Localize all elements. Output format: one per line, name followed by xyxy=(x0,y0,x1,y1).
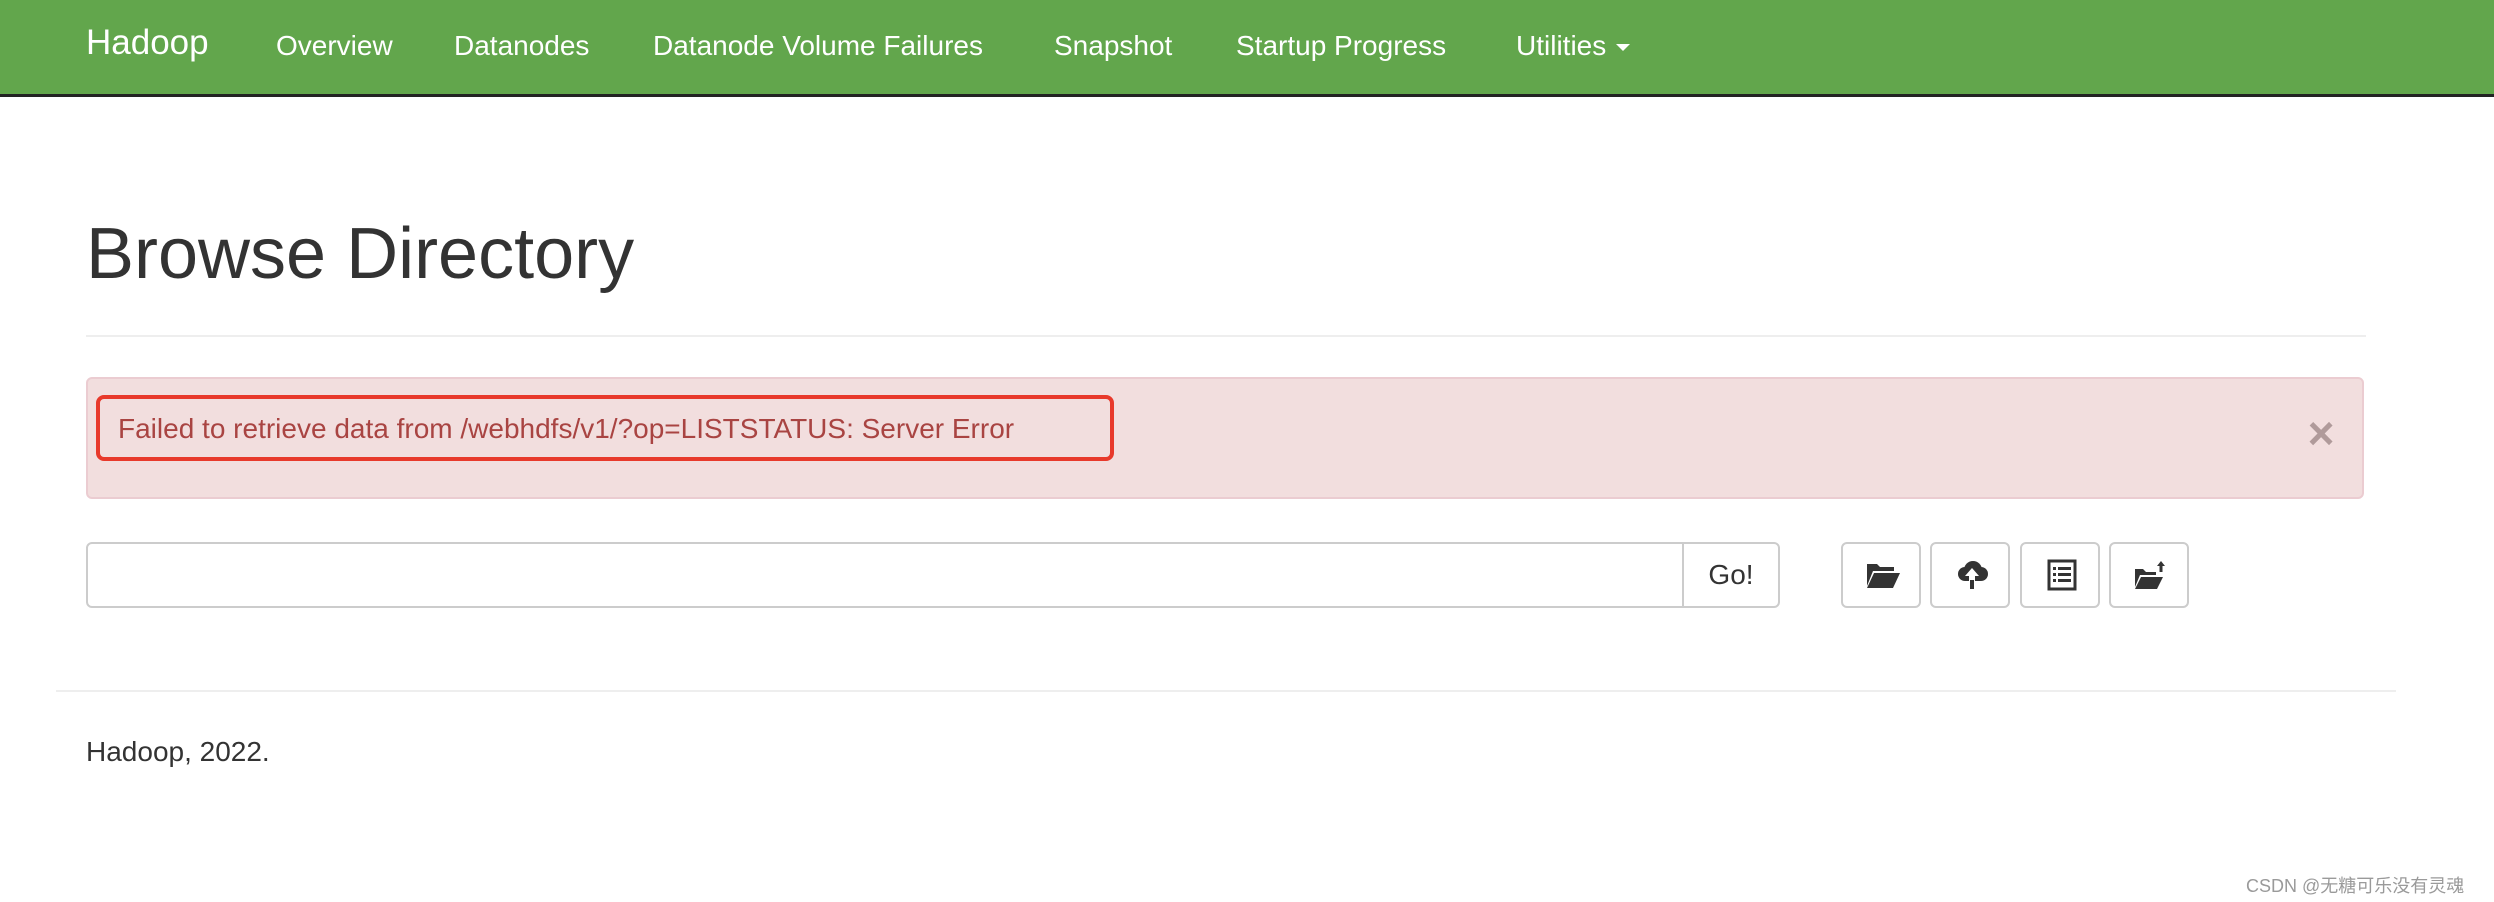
go-button[interactable]: Go! xyxy=(1682,542,1780,608)
alert-message: Failed to retrieve data from /webhdfs/v1… xyxy=(118,413,1015,444)
nav-item-overview[interactable]: Overview xyxy=(276,30,393,62)
caret-down-icon xyxy=(1616,44,1631,52)
title-divider xyxy=(86,335,2366,337)
navbar-brand[interactable]: Hadoop xyxy=(86,23,209,63)
folder-move-icon xyxy=(2133,559,2169,591)
footer-text: Hadoop, 2022. xyxy=(86,736,270,767)
error-alert: Failed to retrieve data from /webhdfs/v1… xyxy=(86,377,2364,499)
watermark: CSDN @无糖可乐没有灵魂 xyxy=(2246,876,2465,896)
cloud-upload-icon xyxy=(1954,559,1990,591)
move-files-button[interactable] xyxy=(2109,542,2189,608)
page-title: Browse Directory xyxy=(86,214,635,294)
nav-item-utilities-label: Utilities xyxy=(1516,30,1607,61)
create-directory-button[interactable] xyxy=(1841,542,1921,608)
nav-item-utilities-dropdown[interactable]: Utilities xyxy=(1516,30,1631,62)
footer-divider xyxy=(56,690,2396,692)
folder-open-icon xyxy=(1865,559,1901,591)
nav-item-datanodes[interactable]: Datanodes xyxy=(454,30,589,62)
nav-item-startup-progress[interactable]: Startup Progress xyxy=(1236,30,1446,62)
top-navbar: Hadoop Overview Datanodes Datanode Volum… xyxy=(0,0,2494,97)
close-icon[interactable]: × xyxy=(2303,409,2339,457)
nav-item-snapshot[interactable]: Snapshot xyxy=(1054,30,1172,62)
upload-files-button[interactable] xyxy=(1930,542,2010,608)
list-view-button[interactable] xyxy=(2020,542,2100,608)
directory-path-input[interactable] xyxy=(86,542,1684,608)
nav-item-datanode-volume-failures[interactable]: Datanode Volume Failures xyxy=(653,30,983,62)
list-alt-icon xyxy=(2044,559,2080,591)
